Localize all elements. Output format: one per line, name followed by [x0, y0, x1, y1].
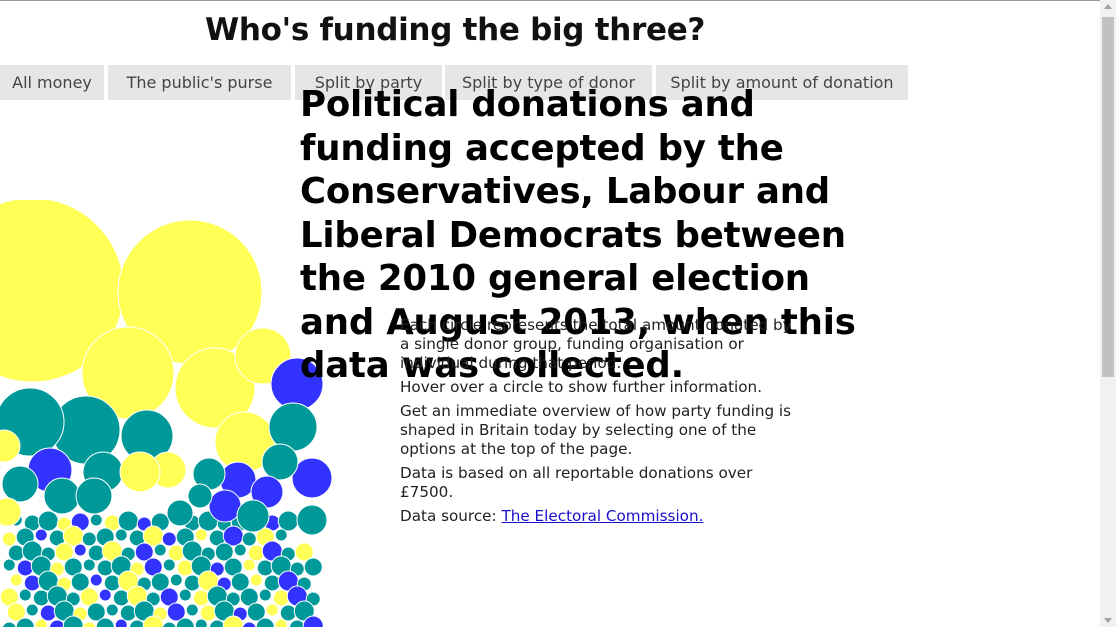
- donor-bubble[interactable]: [192, 589, 210, 607]
- donor-bubble[interactable]: [114, 618, 128, 627]
- donor-bubble[interactable]: [34, 618, 48, 627]
- donor-bubble[interactable]: [89, 573, 103, 587]
- donor-bubble[interactable]: [185, 603, 199, 617]
- intro-paragraph-circles: Each circle represents the total amount …: [400, 316, 792, 372]
- donor-bubble[interactable]: [261, 443, 299, 481]
- donor-bubble[interactable]: [236, 499, 270, 533]
- donor-bubble[interactable]: [2, 621, 17, 627]
- donor-bubble[interactable]: [183, 574, 201, 592]
- donor-bubble[interactable]: [1, 465, 39, 503]
- donor-bubble[interactable]: [82, 558, 96, 572]
- donor-bubble[interactable]: [194, 528, 208, 542]
- donor-bubble[interactable]: [112, 589, 130, 607]
- intro-paragraph-hover: Hover over a circle to show further info…: [400, 378, 763, 396]
- donor-bubble[interactable]: [162, 621, 177, 627]
- donor-bubble[interactable]: [199, 604, 217, 622]
- donor-bubble[interactable]: [249, 573, 263, 587]
- donor-bubble[interactable]: [256, 559, 274, 577]
- donor-bubble[interactable]: [247, 544, 265, 562]
- donor-bubble[interactable]: [37, 510, 59, 532]
- donor-bubble[interactable]: [18, 588, 32, 602]
- donor-bubble[interactable]: [75, 477, 113, 515]
- donor-bubble[interactable]: [82, 621, 97, 627]
- donor-bubble[interactable]: [34, 528, 48, 542]
- donor-bubble[interactable]: [114, 528, 128, 542]
- donor-bubble[interactable]: [73, 543, 87, 557]
- nav-all-money-button[interactable]: All money: [0, 65, 104, 100]
- donor-bubble[interactable]: [258, 588, 272, 602]
- donor-bubble[interactable]: [303, 557, 323, 577]
- donor-bubble[interactable]: [162, 558, 176, 572]
- donor-bubble[interactable]: [178, 588, 192, 602]
- donor-bubble[interactable]: [167, 544, 185, 562]
- donor-bubble[interactable]: [7, 544, 25, 562]
- donor-bubble[interactable]: [272, 589, 290, 607]
- donor-bubble[interactable]: [169, 573, 183, 587]
- donor-bubble[interactable]: [89, 513, 103, 527]
- electoral-commission-link[interactable]: The Electoral Commission.: [501, 507, 703, 525]
- vertical-scrollbar[interactable]: [1100, 0, 1116, 627]
- donor-bubble[interactable]: [2, 558, 16, 572]
- data-source-line: Data source: The Electoral Commission.: [400, 507, 800, 526]
- intro-text: Each circle represents the total amount …: [400, 316, 800, 531]
- donor-bubble[interactable]: [103, 574, 121, 592]
- intro-paragraph-overview: Get an immediate overview of how party f…: [400, 402, 792, 458]
- donor-bubble[interactable]: [39, 604, 57, 622]
- scroll-up-arrow-icon[interactable]: [1104, 4, 1112, 9]
- donor-bubble[interactable]: [296, 504, 328, 536]
- donor-bubble[interactable]: [87, 544, 105, 562]
- donor-bubble[interactable]: [176, 559, 194, 577]
- donor-bubble[interactable]: [81, 531, 97, 547]
- donor-bubble[interactable]: [105, 603, 119, 617]
- donor-bubble[interactable]: [265, 603, 279, 617]
- donor-bubble[interactable]: [242, 621, 257, 627]
- donor-bubble[interactable]: [263, 574, 281, 592]
- page-title: Who's funding the big three?: [205, 12, 706, 48]
- donor-bubble[interactable]: [161, 531, 177, 547]
- scrollbar-thumb[interactable]: [1102, 17, 1114, 377]
- scroll-down-arrow-icon[interactable]: [1104, 618, 1112, 623]
- intro-paragraph-threshold: Data is based on all reportable donation…: [400, 464, 753, 501]
- donor-bubble[interactable]: [242, 558, 256, 572]
- donor-bubble[interactable]: [96, 559, 114, 577]
- donor-bubble[interactable]: [233, 543, 247, 557]
- donor-bubble[interactable]: [279, 604, 297, 622]
- donor-bubble[interactable]: [117, 510, 139, 532]
- donor-bubble[interactable]: [187, 483, 213, 509]
- donor-bubble[interactable]: [32, 589, 50, 607]
- data-source-label: Data source:: [400, 507, 502, 525]
- donor-bubble[interactable]: [1, 531, 17, 547]
- donor-bubble[interactable]: [98, 588, 112, 602]
- donor-bubble[interactable]: [9, 573, 23, 587]
- nav-public-purse-button[interactable]: The public's purse: [108, 65, 291, 100]
- donor-bubble[interactable]: [277, 510, 299, 532]
- donor-bubble[interactable]: [153, 543, 167, 557]
- top-divider: [0, 0, 1100, 1]
- donor-bubble[interactable]: [274, 528, 288, 542]
- donor-bubble[interactable]: [43, 477, 81, 515]
- donor-bubble[interactable]: [208, 489, 242, 523]
- donor-bubble[interactable]: [166, 499, 194, 527]
- donor-bubble[interactable]: [25, 603, 39, 617]
- donor-bubble[interactable]: [268, 402, 318, 452]
- donor-bubble[interactable]: [241, 531, 257, 547]
- donor-bubble[interactable]: [194, 618, 208, 627]
- donor-bubble[interactable]: [23, 574, 41, 592]
- donor-bubble[interactable]: [16, 559, 34, 577]
- donor-bubble[interactable]: [119, 604, 137, 622]
- donor-bubble[interactable]: [119, 451, 161, 493]
- page: Who's funding the big three? All money T…: [0, 0, 1116, 627]
- donor-bubble[interactable]: [274, 618, 288, 627]
